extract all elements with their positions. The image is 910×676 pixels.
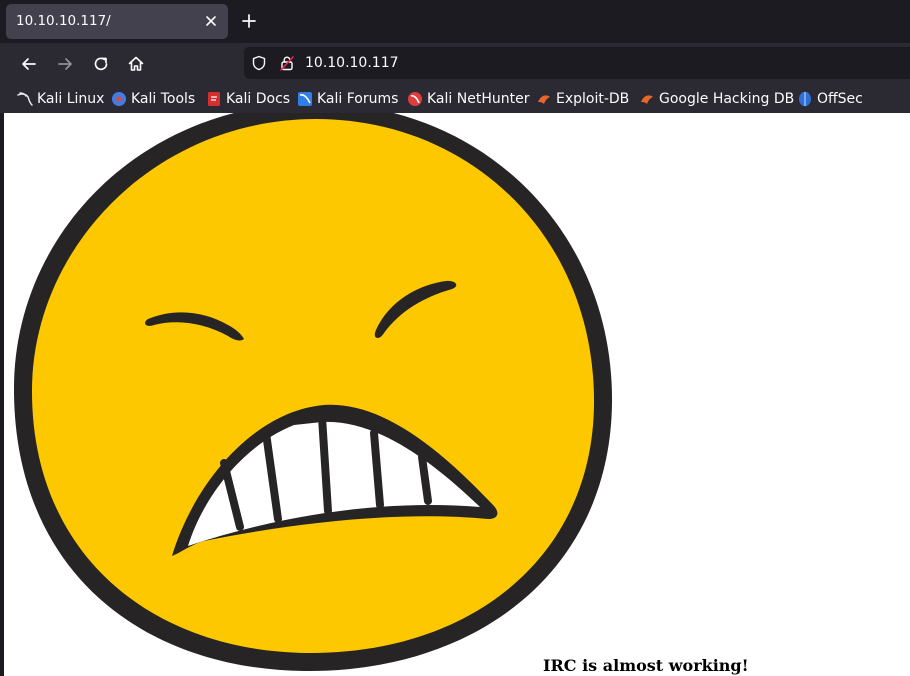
bookmark-label: Kali Linux <box>37 91 105 107</box>
plus-icon[interactable] <box>240 12 258 30</box>
shield-icon[interactable] <box>251 55 267 71</box>
close-icon[interactable] <box>202 12 220 30</box>
bookmark-kali-forums[interactable]: Kali Forums <box>297 89 398 109</box>
bookmark-label: Google Hacking DB <box>659 91 795 107</box>
bookmark-kali-docs[interactable]: Kali Docs <box>206 89 290 109</box>
bookmark-label: OffSec <box>817 91 863 107</box>
navigation-bar: 10.10.10.117 <box>0 43 910 85</box>
exploit-db-icon <box>538 95 550 104</box>
bookmark-label: Kali NetHunter <box>427 91 530 107</box>
kali-forums-icon <box>298 92 312 106</box>
kali-nethunter-icon <box>408 92 422 106</box>
bookmark-kali-tools[interactable]: Kali Tools <box>111 89 195 109</box>
bookmark-google-hacking-db[interactable]: Google Hacking DB <box>639 89 794 109</box>
tab-active[interactable]: 10.10.10.117/ <box>6 4 228 39</box>
offsec-icon <box>799 91 811 107</box>
bookmark-offsec[interactable]: OffSec <box>797 89 863 109</box>
kali-linux-icon <box>17 92 33 106</box>
bookmark-kali-linux[interactable]: Kali Linux <box>17 89 104 109</box>
bookmarks-toolbar: Kali Linux Kali Tools Kali Docs Kali For… <box>0 85 910 113</box>
tab-title: 10.10.10.117/ <box>16 13 111 29</box>
back-arrow-icon[interactable] <box>19 54 39 74</box>
tab-strip: 10.10.10.117/ <box>0 0 910 43</box>
bookmark-label: Kali Forums <box>317 91 399 107</box>
bookmark-label: Kali Docs <box>226 91 291 107</box>
page-caption: IRC is almost working! <box>543 656 749 675</box>
url-bar[interactable]: 10.10.10.117 <box>244 47 910 79</box>
bookmark-label: Exploit-DB <box>556 91 630 107</box>
page-content: IRC is almost working! <box>4 113 910 676</box>
reload-icon[interactable] <box>91 54 111 74</box>
bookmark-label: Kali Tools <box>131 91 196 107</box>
forward-arrow-icon[interactable] <box>55 54 75 74</box>
google-hacking-db-icon <box>641 95 653 104</box>
bookmark-kali-nethunter[interactable]: Kali NetHunter <box>407 89 529 109</box>
kali-docs-icon <box>208 92 220 106</box>
insecure-lock-icon[interactable] <box>279 55 295 71</box>
kali-tools-icon <box>112 92 126 106</box>
home-icon[interactable] <box>126 54 146 74</box>
bookmark-exploit-db[interactable]: Exploit-DB <box>536 89 629 109</box>
angry-smiley-image <box>13 113 613 672</box>
url-text[interactable]: 10.10.10.117 <box>305 55 399 71</box>
